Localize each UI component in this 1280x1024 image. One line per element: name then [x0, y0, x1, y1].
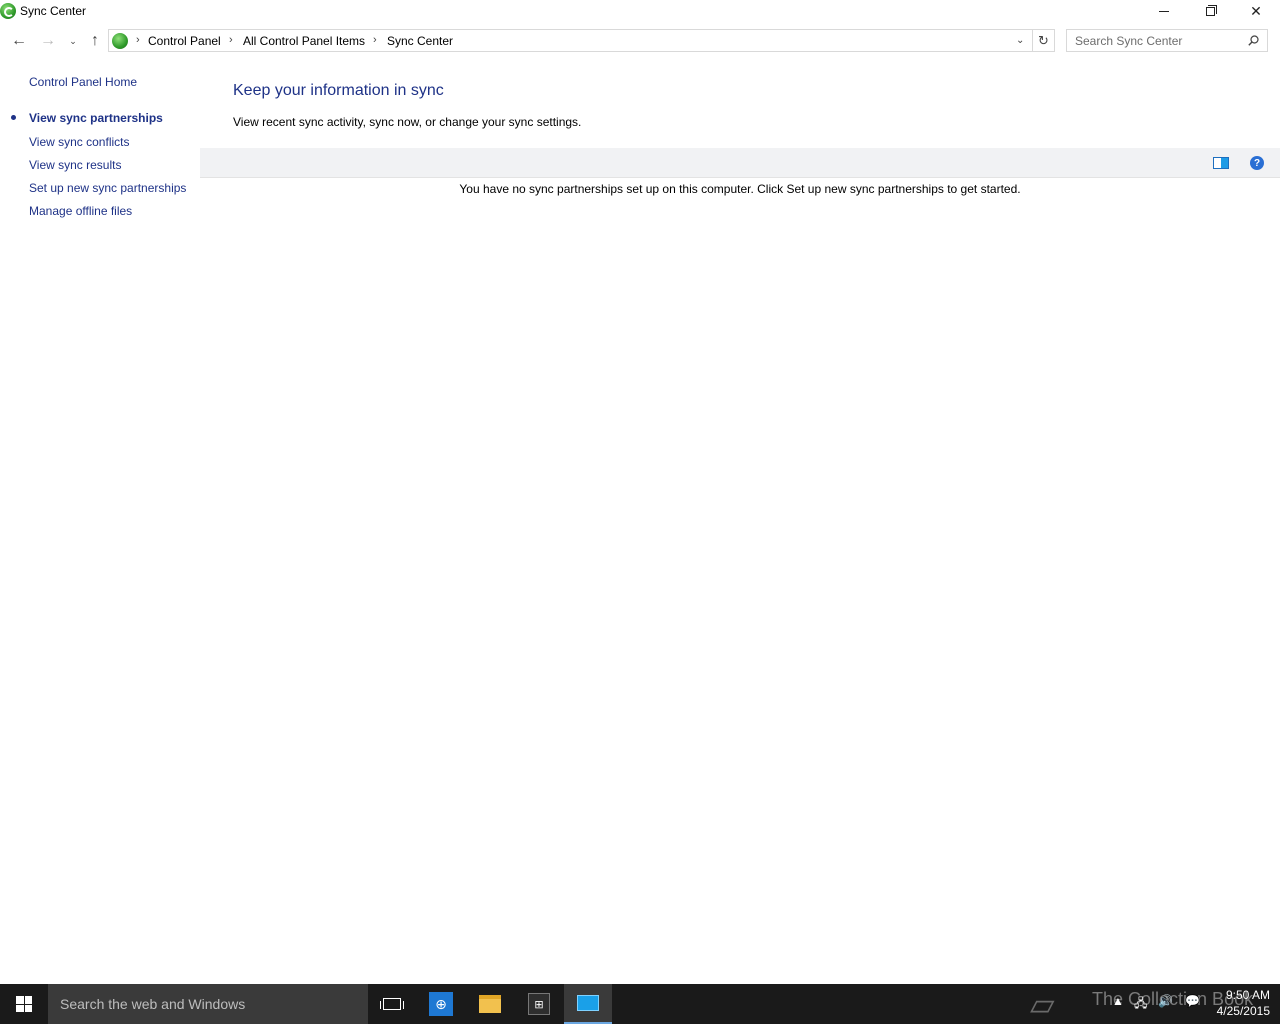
title-bar: Sync Center ✕ [0, 0, 1280, 22]
breadcrumb-separator[interactable]: › [229, 34, 233, 46]
arrow-left-icon: ← [11, 32, 27, 49]
taskbar-store[interactable]: ⊞ [515, 984, 563, 1024]
active-bullet-icon [11, 115, 16, 120]
address-dropdown-icon[interactable]: ⌄ [1016, 35, 1024, 46]
volume-icon[interactable]: 🔊 [1158, 994, 1173, 1008]
refresh-button[interactable]: ↻ [1033, 29, 1055, 52]
search-icon[interactable] [1248, 35, 1259, 46]
task-view-icon [380, 998, 404, 1010]
globe-icon: ⊕ [429, 992, 453, 1016]
taskbar-sync-center[interactable] [564, 984, 612, 1024]
start-button[interactable] [0, 984, 48, 1024]
notifications-icon[interactable]: 💬 [1185, 994, 1200, 1008]
command-bar: ? [200, 148, 1280, 178]
address-bar[interactable]: › Control Panel › All Control Panel Item… [108, 29, 1033, 52]
control-panel-home-link[interactable]: Control Panel Home [29, 75, 137, 89]
empty-state-message: You have no sync partnerships set up on … [459, 182, 1021, 196]
sidebar-item-view-sync-results[interactable]: View sync results [29, 158, 121, 172]
show-hidden-icons-icon[interactable]: ▲ [1112, 994, 1124, 1008]
book-icon: ▱ [1030, 986, 1055, 1022]
arrow-up-icon: ↑ [91, 32, 99, 49]
taskbar-search-box[interactable]: Search the web and Windows [48, 984, 368, 1024]
taskbar-file-explorer[interactable] [466, 984, 514, 1024]
breadcrumb-sync-center[interactable]: Sync Center [387, 34, 453, 48]
minimize-button[interactable] [1141, 0, 1187, 22]
up-button[interactable]: ↑ [84, 30, 106, 52]
window-title: Sync Center [20, 4, 87, 18]
close-icon: ✕ [1250, 2, 1262, 19]
sidebar-item-view-sync-conflicts[interactable]: View sync conflicts [29, 135, 129, 149]
help-icon[interactable]: ? [1250, 156, 1264, 170]
task-view-button[interactable] [368, 984, 416, 1024]
preview-pane-icon[interactable] [1213, 157, 1229, 169]
breadcrumb-all-control-panel-items[interactable]: All Control Panel Items [243, 34, 365, 48]
restore-button[interactable] [1187, 0, 1233, 22]
breadcrumb-separator[interactable]: › [373, 34, 377, 46]
breadcrumb-control-panel[interactable]: Control Panel [148, 34, 221, 48]
sync-center-icon [0, 3, 16, 19]
sidebar-item-view-sync-partnerships[interactable]: View sync partnerships [29, 111, 163, 125]
search-input[interactable]: Search Sync Center [1066, 29, 1268, 52]
minimize-icon [1159, 10, 1169, 12]
close-button[interactable]: ✕ [1233, 0, 1279, 22]
store-icon: ⊞ [528, 993, 550, 1015]
taskbar: Search the web and Windows ⊕ ⊞ ▱ The Col… [0, 984, 1280, 1024]
taskbar-internet-explorer[interactable]: ⊕ [417, 984, 465, 1024]
clock-time: 9:50 AM [1225, 988, 1270, 1002]
chevron-down-icon: ⌄ [69, 35, 77, 46]
arrow-right-icon: → [40, 32, 56, 49]
navigation-bar: ← → ⌄ ↑ › Control Panel › All Control Pa… [0, 28, 1280, 54]
windows-logo-icon [16, 996, 32, 1012]
clock-date: 4/25/2015 [1216, 1004, 1270, 1018]
page-title: Keep your information in sync [233, 82, 444, 99]
refresh-icon: ↻ [1038, 32, 1049, 48]
network-icon[interactable]: 🖧 [1134, 994, 1147, 1015]
breadcrumb-separator[interactable]: › [136, 34, 140, 46]
sync-center-icon [112, 33, 128, 49]
sidebar-item-manage-offline-files[interactable]: Manage offline files [29, 204, 132, 218]
back-button[interactable]: ← [8, 30, 30, 52]
search-placeholder: Search Sync Center [1075, 34, 1183, 48]
clock[interactable]: 9:50 AM 4/25/2015 [1210, 987, 1270, 1019]
taskbar-search-placeholder: Search the web and Windows [60, 996, 246, 1012]
folder-icon [479, 995, 501, 1013]
restore-icon [1205, 4, 1217, 16]
recent-locations-button[interactable]: ⌄ [62, 30, 84, 52]
page-description: View recent sync activity, sync now, or … [233, 115, 582, 129]
sync-center-taskbar-icon [577, 995, 599, 1011]
forward-button[interactable]: → [37, 30, 59, 52]
sidebar-item-set-up-new-sync-partnerships[interactable]: Set up new sync partnerships [29, 181, 186, 195]
